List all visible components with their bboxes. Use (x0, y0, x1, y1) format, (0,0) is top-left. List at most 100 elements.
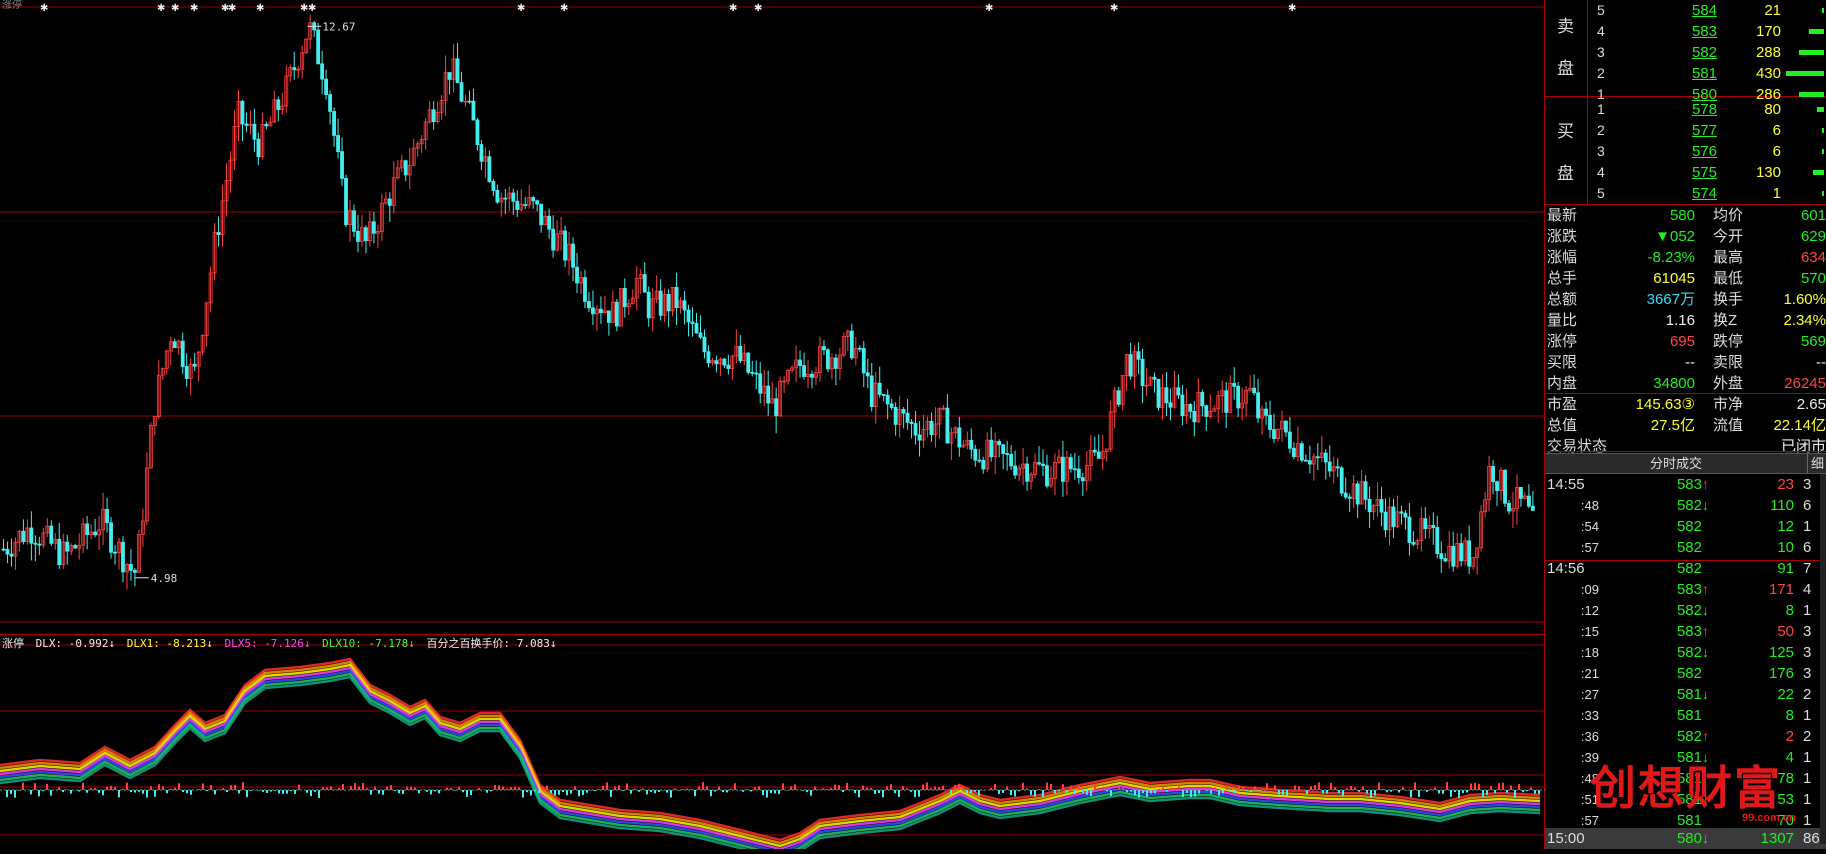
indicator-volume-bar (1298, 786, 1300, 790)
tick-row[interactable]: :15583↑503 (1545, 621, 1826, 642)
candle-body (822, 347, 825, 350)
quote-key-2: 最低 (1713, 268, 1743, 289)
quote-row: 涨跌▼052今开629 (1545, 226, 1826, 247)
candle-body (572, 244, 575, 267)
indicator-volume-bar (1218, 790, 1220, 796)
tick-row[interactable]: :27581↓222 (1545, 684, 1826, 705)
indicator-volume-bar (1054, 790, 1056, 793)
tick-row[interactable]: :3358181 (1545, 705, 1826, 726)
indicator-volume-bar (586, 790, 588, 793)
indicator-volume-bar (1250, 790, 1252, 792)
tick-row[interactable]: :36582↑22 (1545, 726, 1826, 747)
tick-time: :12 (1547, 600, 1599, 621)
indicator-volume-bar (882, 790, 884, 797)
candle-body (1328, 462, 1331, 471)
sell-level-3[interactable]: 3582288 (1587, 42, 1826, 63)
sell-price[interactable]: 582 (1647, 42, 1717, 63)
indicator-volume-bar (122, 789, 124, 790)
buy-price[interactable]: 577 (1647, 120, 1717, 141)
event-marker-icon: ✱ (40, 3, 48, 14)
candle-body (1527, 496, 1530, 506)
indicator-volume-bar (970, 790, 972, 793)
candle-body (576, 267, 579, 283)
buy-level-3[interactable]: 35766 (1587, 141, 1826, 162)
indicator-volume-bar (1302, 789, 1304, 790)
quote-key-2: 流值 (1713, 415, 1743, 436)
legend-dlx10: DLX10: -7.178↓ (322, 637, 415, 650)
buy-price[interactable]: 574 (1647, 183, 1717, 204)
candle-body (1348, 497, 1351, 498)
candle-body (599, 309, 602, 312)
indicator-volume-bar (298, 785, 300, 790)
candle-body (723, 359, 726, 365)
tick-row[interactable]: :57582106 (1545, 537, 1826, 558)
tick-row[interactable]: :12582↓81 (1545, 600, 1826, 621)
tick-row[interactable]: :18582↓1253 (1545, 642, 1826, 663)
indicator-volume-bar (966, 790, 968, 794)
quote-value: 1.16 (1585, 310, 1695, 331)
candle-body (747, 353, 750, 372)
sell-level-2[interactable]: 2581430 (1587, 63, 1826, 84)
indicator-volume-bar (1214, 787, 1216, 790)
quote-value: 3667万 (1585, 289, 1695, 310)
tick-direction-icon: ↑ (1702, 621, 1714, 642)
tick-tab-title[interactable]: 分时成交 (1545, 454, 1807, 473)
legend-dlx: DLX: -0.992↓ (36, 637, 115, 650)
indicator-volume-bar (506, 789, 508, 790)
candle-body (317, 30, 320, 64)
buy-level-5[interactable]: 55741 (1587, 183, 1826, 204)
sell-level-4[interactable]: 4583170 (1587, 21, 1826, 42)
indicator-volume-bar (1126, 790, 1128, 792)
tick-row[interactable]: :54582121 (1545, 516, 1826, 537)
watermark-url: 99.com.cn (1742, 812, 1796, 824)
tick-row[interactable]: :215821763 (1545, 663, 1826, 684)
candle-body (826, 350, 829, 369)
candle-body (10, 554, 13, 556)
buy-level-4[interactable]: 4575130 (1587, 162, 1826, 183)
candle-body (1292, 448, 1295, 456)
sell-price[interactable]: 584 (1647, 0, 1717, 21)
event-marker-icon: ✱ (228, 3, 236, 14)
candle-body (1444, 559, 1447, 561)
sell-price[interactable]: 581 (1647, 63, 1717, 84)
candle-body (695, 323, 698, 332)
tick-detail-button[interactable]: 细 (1807, 454, 1826, 473)
candle-body (1380, 500, 1383, 513)
indicator-volume-bar (430, 790, 432, 794)
tick-price: 582 (1640, 726, 1702, 747)
buy-price[interactable]: 576 (1647, 141, 1717, 162)
candle-body (623, 288, 626, 306)
buy-price[interactable]: 578 (1647, 99, 1717, 120)
sell-price[interactable]: 583 (1647, 21, 1717, 42)
buy-level-1[interactable]: 157880 (1587, 99, 1826, 120)
tick-scrollbar[interactable] (1820, 474, 1826, 844)
sell-level-5[interactable]: 558421 (1587, 0, 1826, 21)
indicator-volume-bar (1534, 790, 1536, 794)
buy-level-2[interactable]: 25776 (1587, 120, 1826, 141)
indicator-volume-bar (1358, 790, 1360, 792)
tick-row[interactable]: 14:56582917 (1545, 558, 1826, 579)
tick-row[interactable]: :09583↑1714 (1545, 579, 1826, 600)
tick-row[interactable]: 14:55583↑233 (1545, 474, 1826, 495)
tick-row[interactable]: :48582↓1106 (1545, 495, 1826, 516)
indicator-curve (0, 659, 1540, 840)
candle-body (1061, 457, 1064, 481)
indicator-volume-bar (978, 790, 980, 796)
indicator-volume-bar (938, 787, 940, 790)
candlestick-chart[interactable]: 涨停12.674.98✱✱✱✱✱✱✱✱✱✱✱✱✱✱✱✱ (0, 0, 1545, 635)
indicator-volume-bar (990, 788, 992, 790)
quote-value-2: 601 (1745, 205, 1826, 226)
candle-body (691, 322, 694, 323)
indicator-volume-bar (1286, 790, 1288, 796)
indicator-volume-bar (426, 790, 428, 792)
indicator-panel[interactable]: 涨停 DLX: -0.992↓ DLX1: -8.213↓ DLX5: -7.1… (0, 635, 1545, 849)
candlestick-canvas: 涨停12.674.98✱✱✱✱✱✱✱✱✱✱✱✱✱✱✱✱ (0, 0, 1545, 635)
indicator-volume-bar (614, 787, 616, 790)
indicator-volume-bar (1390, 790, 1392, 792)
candle-body (512, 193, 515, 201)
tick-time: :36 (1547, 726, 1599, 747)
buy-price[interactable]: 575 (1647, 162, 1717, 183)
indicator-volume-bar (554, 790, 556, 795)
candle-body (1404, 513, 1407, 517)
tick-row[interactable]: 15:00580↓130786 (1545, 828, 1826, 849)
